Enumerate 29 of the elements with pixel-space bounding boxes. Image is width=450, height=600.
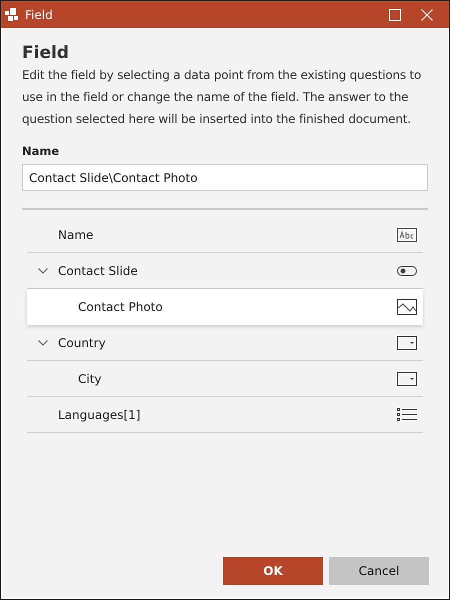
ok-button[interactable]: OK (223, 557, 323, 585)
app-logo-icon (5, 8, 19, 22)
tree-item[interactable]: Country (27, 325, 423, 361)
cancel-button[interactable]: Cancel (329, 557, 429, 585)
tree-item[interactable]: Languages[1] (27, 397, 423, 433)
toggle-icon (397, 264, 417, 276)
tree-item[interactable]: Contact Photo (27, 289, 423, 325)
dialog-heading: Field (22, 42, 70, 64)
dropdown-icon (397, 372, 417, 386)
tree-item-label: Contact Slide (58, 264, 139, 278)
tree-item-label: Languages[1] (58, 408, 142, 422)
chevron-down-icon[interactable] (38, 268, 48, 274)
chevron-down-icon[interactable] (38, 340, 48, 346)
image-icon (397, 298, 417, 314)
window-title: Field (25, 8, 54, 22)
list-icon (397, 408, 417, 422)
description-text: Edit the field by selecting a data point from the existing questions to use in the field or change the name of the field. The answer to the question selected here will be inserted into the finished document. (22, 67, 422, 128)
tree-item[interactable]: Name (27, 217, 423, 253)
tree-item-label: Contact Photo (77, 300, 164, 314)
tree-item[interactable]: City (27, 361, 423, 397)
dropdown-icon (397, 336, 417, 350)
close-icon (421, 8, 433, 20)
tree-item-label: Country (58, 336, 107, 350)
text-field-icon (397, 228, 417, 242)
maximize-icon (389, 8, 401, 20)
tree-item-label: Name (58, 228, 94, 242)
tree-item-label: City (77, 372, 103, 386)
name-label: Name (22, 144, 60, 158)
name-input-field[interactable]: Contact Slide\Contact Photo (22, 164, 428, 191)
